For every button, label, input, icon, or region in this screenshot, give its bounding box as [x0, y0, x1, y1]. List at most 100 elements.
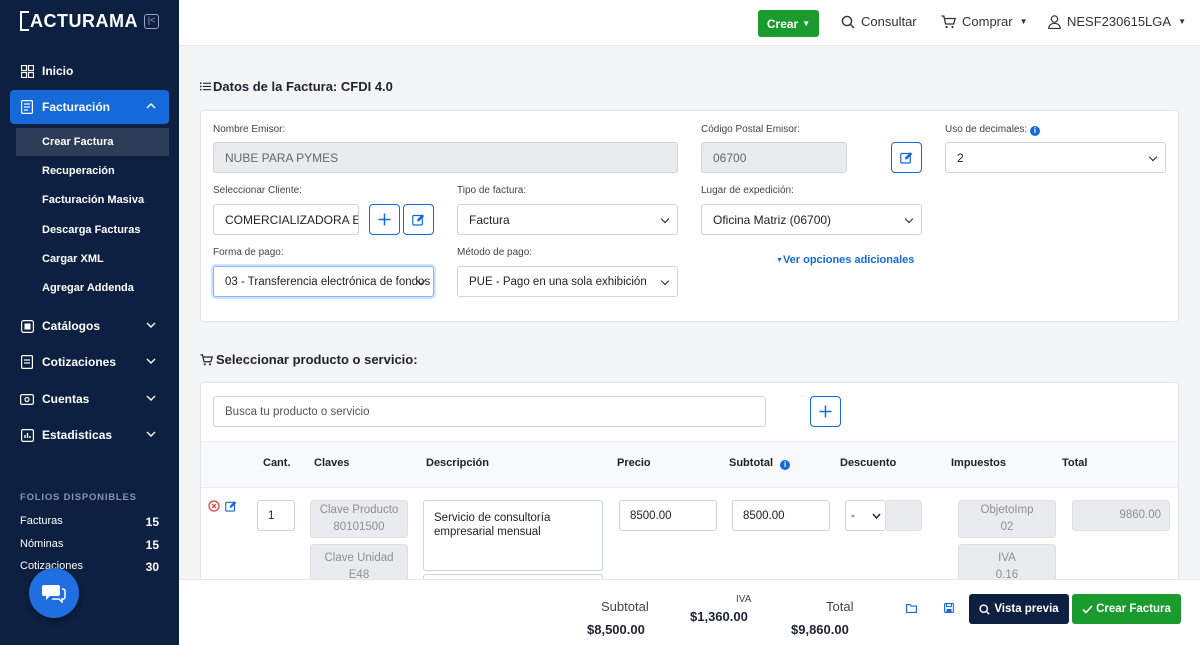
check-icon	[1082, 604, 1093, 614]
invoice-section-title: Datos de la Factura: CFDI 4.0	[200, 79, 393, 94]
chevron-down-icon	[146, 395, 156, 401]
edit-cp-button[interactable]	[891, 142, 922, 173]
sidebar-subitem-recuperacion[interactable]: Recuperación	[16, 157, 169, 185]
sidebar-item-label: Facturación	[42, 100, 111, 114]
consultar-link[interactable]: Consultar	[841, 14, 917, 29]
sidebar-subitem-descarga-facturas[interactable]: Descarga Facturas	[16, 216, 169, 244]
decimales-select[interactable]: 2	[945, 142, 1166, 173]
invoice-data-card: Nombre Emisor: NUBE PARA PYMES Código Po…	[200, 110, 1179, 322]
remove-row-icon[interactable]	[208, 500, 220, 512]
precio-input[interactable]: 8500.00	[619, 500, 717, 531]
iva-value: $1,360.00	[690, 609, 748, 624]
clave-unidad-label: Clave Unidad	[324, 552, 394, 564]
products-section-title: Seleccionar producto o servicio:	[200, 352, 418, 367]
metodo-pago-label: Método de pago:	[457, 247, 533, 258]
row-total-value: 9860.00	[1119, 509, 1161, 521]
edit-row-icon[interactable]	[225, 500, 237, 512]
top-bar: Crear ▼ Consultar Comprar ▼ NESF230615LGA…	[179, 0, 1200, 46]
folio-row-nominas: Nóminas 15	[20, 538, 159, 552]
descripcion-textarea[interactable]: Servicio de consultoría empresarial mens…	[423, 500, 603, 571]
row-total-field: 9860.00	[1072, 500, 1170, 531]
chat-icon	[42, 585, 66, 603]
cart-icon	[941, 14, 956, 28]
sidebar-item-cuentas[interactable]: Cuentas	[10, 382, 169, 416]
info-icon: i	[780, 460, 791, 470]
logo-text: ACTURAMA	[30, 11, 138, 31]
col-subtotal: Subtotal i	[729, 457, 791, 470]
user-icon	[1048, 14, 1061, 29]
metodo-pago-select[interactable]: PUE - Pago en una sola exhibición	[457, 266, 678, 297]
forma-pago-select[interactable]: 03 - Transferencia electrónica de fondos	[213, 266, 434, 297]
crear-dropdown-button[interactable]: Crear ▼	[758, 10, 819, 37]
lugar-expedicion-select[interactable]: Oficina Matriz (06700)	[701, 204, 922, 235]
crear-label: Crear	[766, 16, 799, 31]
folio-label: Nóminas	[20, 538, 64, 550]
sidebar-item-inicio[interactable]: Inicio	[10, 54, 169, 88]
folios-title: FOLIOS DISPONIBLES	[20, 492, 137, 503]
descuento-type-select[interactable]: -	[845, 500, 886, 531]
sidebar-item-cotizaciones[interactable]: Cotizaciones	[10, 345, 169, 379]
product-search-input[interactable]: Busca tu producto o servicio	[213, 396, 766, 427]
forma-pago-label: Forma de pago:	[213, 247, 284, 258]
invoice-icon	[20, 100, 34, 114]
folder-icon[interactable]	[906, 604, 917, 613]
sidebar-item-label: Catálogos	[42, 319, 101, 333]
add-client-button[interactable]	[369, 204, 400, 235]
sidebar-subitem-crear-factura[interactable]: Crear Factura	[16, 128, 169, 156]
chevron-down-icon	[872, 513, 881, 519]
sidebar-item-catalogos[interactable]: Catálogos	[10, 309, 169, 343]
objeto-imp-value: 02	[1000, 521, 1014, 533]
facturama-logo[interactable]: ACTURAMA	[20, 11, 138, 32]
add-product-button[interactable]	[810, 396, 841, 427]
sidebar-subitem-facturacion-masiva[interactable]: Facturación Masiva	[16, 186, 169, 214]
totals-bar: Subtotal $8,500.00 IVA $1,360.00 Total $…	[179, 579, 1200, 645]
save-icon[interactable]	[944, 603, 954, 613]
comprar-dropdown[interactable]: Comprar ▼	[941, 14, 1028, 29]
sidebar-subitem-cargar-xml[interactable]: Cargar XML	[16, 245, 169, 273]
vista-previa-label: Vista previa	[994, 603, 1059, 615]
tipo-factura-label: Tipo de factura:	[457, 185, 527, 196]
sidebar-item-estadisticas[interactable]: Estadisticas	[10, 418, 169, 452]
iva-label: IVA	[736, 594, 752, 605]
tipo-factura-select[interactable]: Factura	[457, 204, 678, 235]
descuento-amount-field	[885, 500, 922, 531]
products-card: Busca tu producto o servicio Cant. Clave…	[200, 382, 1179, 592]
invoice-title-version: CFDI 4.0	[340, 79, 393, 94]
info-icon: i	[1030, 126, 1041, 136]
crear-factura-button[interactable]: Crear Factura	[1072, 594, 1181, 624]
user-menu[interactable]: NESF230615LGA ▼	[1048, 14, 1186, 29]
sidebar-item-label: Cotizaciones	[42, 355, 117, 369]
decimales-label-text: Uso de decimales:	[945, 124, 1028, 135]
cliente-field[interactable]: COMERCIALIZADORA EM	[213, 204, 359, 235]
logo-mark	[20, 11, 29, 31]
edit-icon	[412, 214, 425, 226]
col-descuento: Descuento	[840, 457, 897, 469]
col-claves: Claves	[314, 457, 350, 469]
subtotal-label: Subtotal	[601, 599, 649, 614]
caret-down-icon: ▼	[776, 257, 783, 264]
folio-count: 15	[145, 515, 159, 529]
ver-opciones-adicionales-link[interactable]: ▼Ver opciones adicionales	[776, 254, 914, 266]
clave-producto-value: 80101500	[333, 521, 385, 533]
nombre-emisor-label: Nombre Emisor:	[213, 124, 286, 135]
objeto-imp-label: ObjetoImp	[980, 504, 1034, 516]
clave-producto-box: Clave Producto 80101500	[310, 500, 408, 538]
edit-client-button[interactable]	[403, 204, 434, 235]
edit-icon	[900, 152, 913, 164]
vista-previa-button[interactable]: Vista previa	[969, 594, 1069, 624]
cant-input[interactable]: 1	[257, 500, 295, 531]
grid-icon	[20, 64, 34, 78]
total-label: Total	[826, 599, 854, 614]
collapse-sidebar-icon[interactable]: |<	[144, 14, 159, 29]
plus-icon	[819, 405, 832, 418]
sidebar-item-facturacion[interactable]: Facturación	[10, 90, 169, 124]
list-icon	[200, 82, 211, 91]
folio-count: 15	[145, 538, 159, 552]
col-subtotal-label: Subtotal	[729, 457, 773, 469]
subtotal-input[interactable]: 8500.00	[732, 500, 830, 531]
folio-count: 30	[145, 560, 159, 574]
sidebar-subitem-agregar-addenda[interactable]: Agregar Addenda	[16, 274, 169, 302]
ver-opciones-label: Ver opciones adicionales	[782, 254, 915, 266]
descuento-type-value: -	[851, 509, 855, 522]
chat-button[interactable]	[29, 568, 79, 618]
